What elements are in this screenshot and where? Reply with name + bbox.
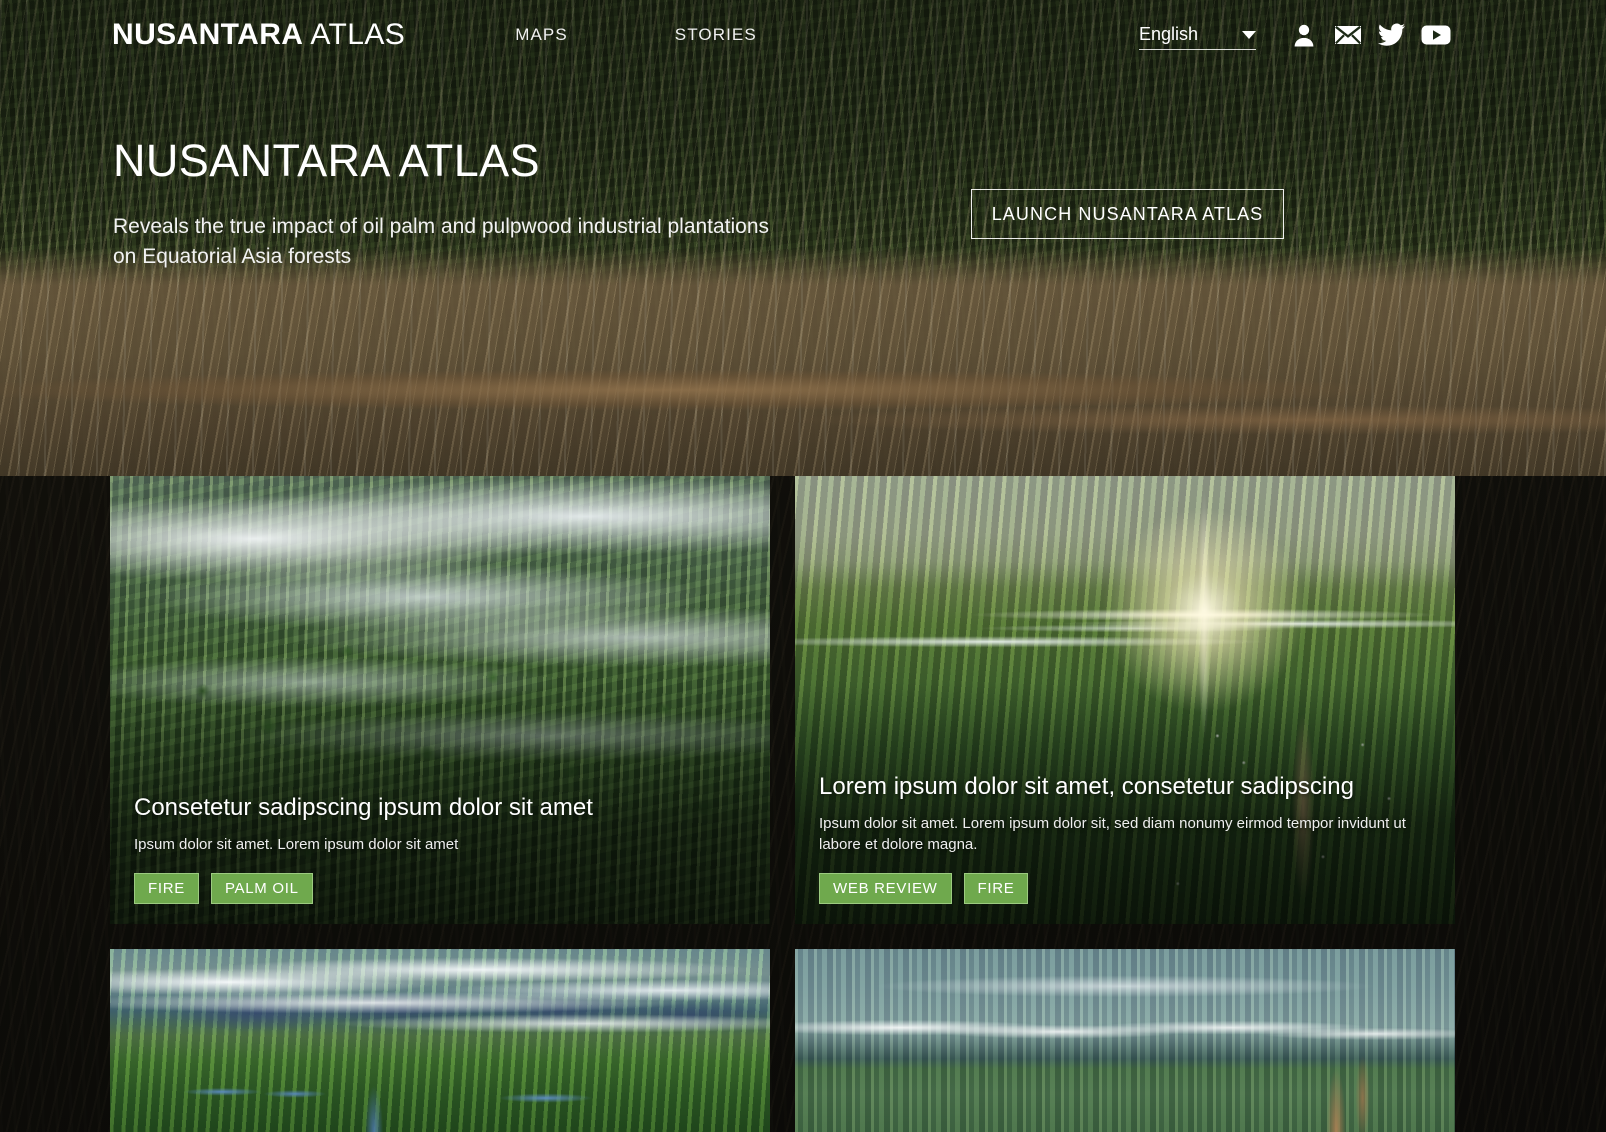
user-account-button[interactable] (1282, 15, 1326, 55)
card-image (110, 949, 770, 1132)
header-utilities: English (1139, 15, 1458, 55)
page-title: NUSANTARA ATLAS (113, 135, 540, 186)
twitter-button[interactable] (1370, 15, 1414, 55)
card-image (795, 949, 1455, 1132)
card-title: Lorem ipsum dolor sit amet, consetetur s… (819, 772, 1354, 800)
site-header: NUSANTARA ATLAS MAPS STORIES English (0, 0, 1606, 70)
story-card[interactable]: Consetetur sadipscing ipsum dolor sit am… (110, 476, 770, 924)
card-tag-list: FIRE PALM OIL (134, 873, 746, 904)
youtube-button[interactable] (1414, 15, 1458, 55)
language-selector[interactable]: English (1139, 20, 1256, 50)
card-tag[interactable]: FIRE (963, 873, 1029, 904)
site-logo[interactable]: NUSANTARA ATLAS (112, 20, 405, 50)
story-card[interactable]: Lorem ipsum dolor sit amet, consetetur s… (795, 476, 1455, 924)
hero-subtitle: Reveals the true impact of oil palm and … (113, 215, 770, 269)
envelope-icon (1334, 24, 1362, 46)
logo-text-light: ATLAS (310, 18, 406, 51)
card-tag[interactable]: FIRE (134, 873, 199, 904)
user-icon (1293, 23, 1315, 47)
page-root: NUSANTARA ATLAS MAPS STORIES English NUS… (0, 0, 1606, 1132)
contact-email-button[interactable] (1326, 15, 1370, 55)
card-description: Ipsum dolor sit amet. Lorem ipsum dolor … (134, 836, 459, 854)
twitter-icon (1378, 23, 1406, 47)
story-card[interactable] (110, 949, 770, 1132)
card-description: Ipsum dolor sit amet. Lorem ipsum dolor … (819, 814, 1406, 854)
youtube-icon (1421, 24, 1451, 46)
card-title: Consetetur sadipscing ipsum dolor sit am… (134, 794, 593, 822)
nav-item-stories[interactable]: STORIES (675, 25, 757, 45)
story-card[interactable] (795, 949, 1455, 1132)
story-card-grid: Consetetur sadipscing ipsum dolor sit am… (110, 476, 1456, 1132)
card-tag-list: WEB REVIEW FIRE (819, 873, 1431, 904)
chevron-down-icon (1242, 30, 1256, 39)
card-tag[interactable]: WEB REVIEW (819, 873, 952, 904)
main-navigation: MAPS STORIES (515, 25, 757, 45)
nav-item-maps[interactable]: MAPS (515, 25, 568, 45)
language-selected-value: English (1139, 24, 1199, 44)
card-content: Consetetur sadipscing ipsum dolor sit am… (134, 794, 746, 904)
hero-content: NUSANTARA ATLAS Reveals the true impact … (0, 0, 1606, 476)
launch-atlas-button[interactable]: LAUNCH NUSANTARA ATLAS (971, 189, 1284, 239)
logo-text-bold: NUSANTARA (112, 18, 304, 51)
card-tag[interactable]: PALM OIL (210, 873, 313, 904)
card-content: Lorem ipsum dolor sit amet, consetetur s… (819, 773, 1431, 904)
